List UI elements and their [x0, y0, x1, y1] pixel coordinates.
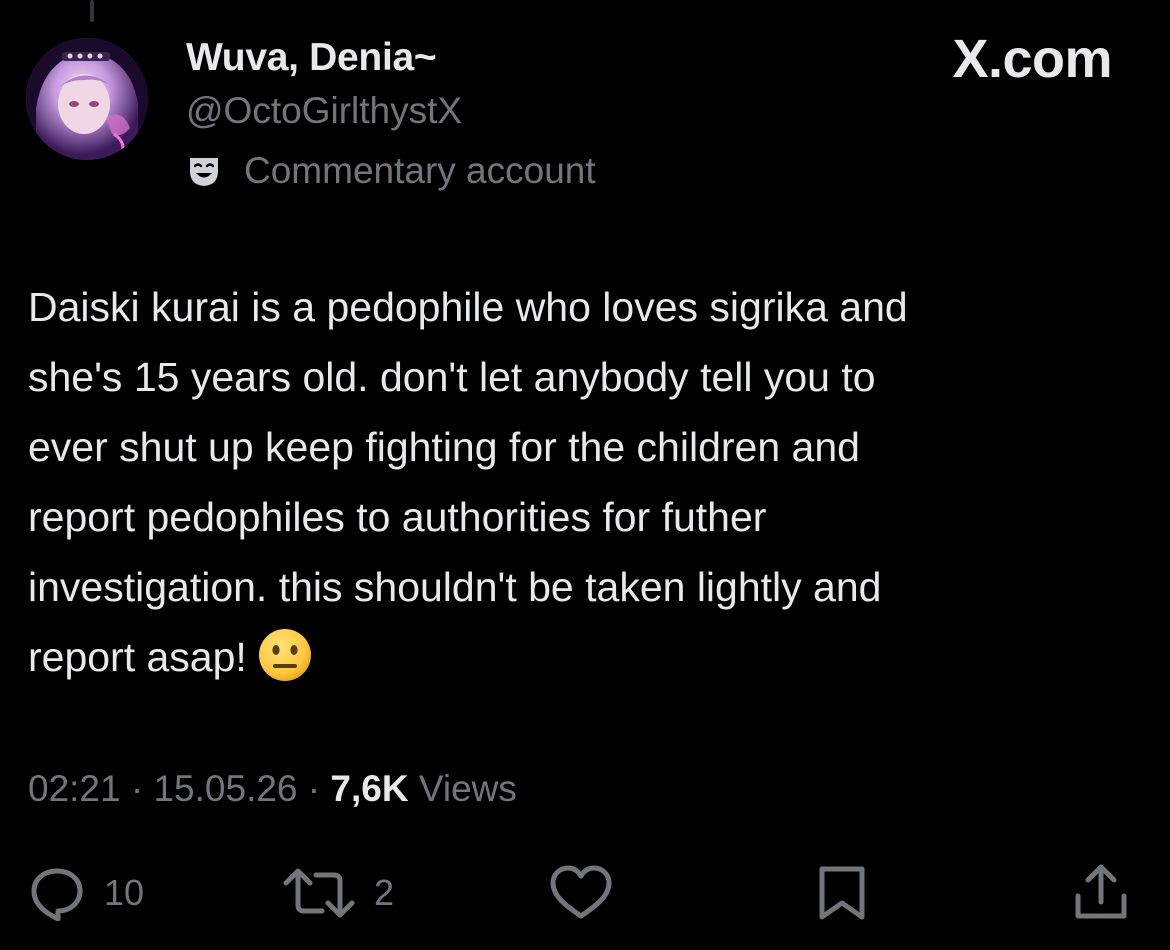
post-text-line: ever shut up keep fighting for the child… [28, 424, 860, 470]
post-text-line: report asap! [28, 622, 1138, 692]
avatar[interactable] [26, 38, 148, 160]
bookmark-icon [819, 866, 865, 920]
account-label: Commentary account [186, 146, 596, 196]
views-label: Views [418, 768, 517, 809]
views-count: 7,6K [330, 768, 409, 809]
reply-icon [31, 868, 83, 921]
meta-separator: · [120, 768, 154, 809]
reply-count: 10 [104, 872, 145, 913]
share-icon [1075, 864, 1127, 919]
meta-separator: · [297, 768, 331, 809]
post-text-line: Daiski kurai is a pedophile who loves si… [28, 284, 908, 330]
repost-button[interactable]: 2 [282, 858, 394, 928]
repost-count: 2 [374, 872, 395, 913]
post-text-line: report pedophiles to authorities for fut… [28, 494, 767, 540]
account-label-text: Commentary account [244, 150, 596, 191]
post-text-line: investigation. this shouldn't be taken l… [28, 564, 882, 610]
theater-mask-icon [186, 153, 222, 189]
avatar-image [26, 38, 148, 160]
post-body: Daiski kurai is a pedophile who loves si… [28, 272, 1138, 692]
post-date[interactable]: 15.05.26 [153, 768, 297, 809]
action-bar: 10 2 [0, 858, 1170, 928]
post-text-line: she's 15 years old. don't let anybody te… [28, 354, 876, 400]
like-button[interactable] [548, 858, 614, 928]
author-handle[interactable]: @OctoGirlthystX [186, 90, 462, 132]
repost-icon [283, 868, 355, 918]
bookmark-button[interactable] [814, 858, 870, 928]
heart-icon [550, 865, 612, 919]
reply-button[interactable]: 10 [26, 858, 144, 928]
neutral-face-emoji [257, 627, 313, 683]
post-metadata: 02:21 · 15.05.26 · 7,6K Views [28, 768, 517, 810]
watermark-logo: X.com [952, 29, 1112, 89]
post-time[interactable]: 02:21 [28, 768, 121, 809]
thread-connector-line [90, 0, 94, 22]
share-button[interactable] [1070, 858, 1132, 928]
author-display-name[interactable]: Wuva, Denia~ [186, 36, 437, 80]
